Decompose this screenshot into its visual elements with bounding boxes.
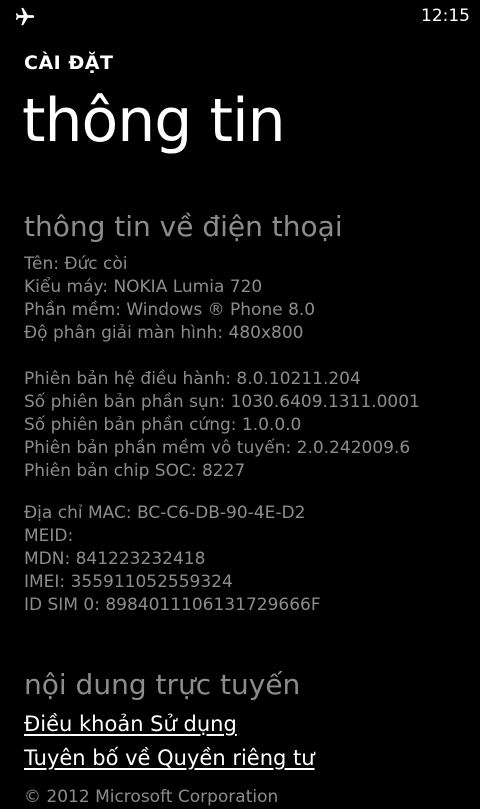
imei: IMEI: 355911052559324 [24, 572, 233, 592]
app-title: CÀI ĐẶT [24, 52, 114, 74]
privacy-statement-link[interactable]: Tuyên bố về Quyền riêng tư [24, 744, 315, 772]
airplane-icon [15, 7, 35, 26]
soc-version: Phiên bản chip SOC: 8227 [24, 461, 246, 481]
software-version: Phần mềm: Windows ® Phone 8.0 [24, 300, 316, 320]
meid: MEID: [24, 526, 74, 546]
basic-info-group: Tên: Đức còi Kiểu máy: NOKIA Lumia 720 P… [24, 253, 474, 345]
identifier-info-group: Địa chỉ MAC: BC-C6-DB-90-4E-D2 MEID: MDN… [24, 502, 474, 617]
terms-of-use-link[interactable]: Điều khoản Sử dụng [24, 710, 315, 738]
mac-address: Địa chỉ MAC: BC-C6-DB-90-4E-D2 [24, 503, 306, 523]
status-clock: 12:15 [421, 6, 470, 26]
device-model: Kiểu máy: NOKIA Lumia 720 [24, 277, 263, 297]
online-content-links: Điều khoản Sử dụng Tuyên bố về Quyền riê… [24, 710, 315, 778]
hardware-version: Số phiên bản phần cứng: 1.0.0.0 [24, 415, 302, 435]
page-title: thông tin [22, 86, 286, 156]
radio-software-version: Phiên bản phần mềm vô tuyến: 2.0.242009.… [24, 438, 411, 458]
status-bar: 12:15 [0, 0, 480, 32]
online-content-section-title: nội dung trực tuyến [24, 668, 301, 701]
os-version: Phiên bản hệ điều hành: 8.0.10211.204 [24, 369, 361, 389]
version-info-group: Phiên bản hệ điều hành: 8.0.10211.204 Số… [24, 368, 474, 483]
phone-info-section-title: thông tin về điện thoại [24, 210, 343, 243]
screen-resolution: Độ phân giải màn hình: 480x800 [24, 323, 304, 343]
sim-id: ID SIM 0: 8984011106131729666F [24, 595, 321, 615]
device-name: Tên: Đức còi [24, 254, 128, 274]
mdn: MDN: 841223232418 [24, 549, 206, 569]
firmware-version: Số phiên bản phần sụn: 1030.6409.1311.00… [24, 392, 420, 412]
copyright-text: © 2012 Microsoft Corporation [24, 787, 279, 807]
